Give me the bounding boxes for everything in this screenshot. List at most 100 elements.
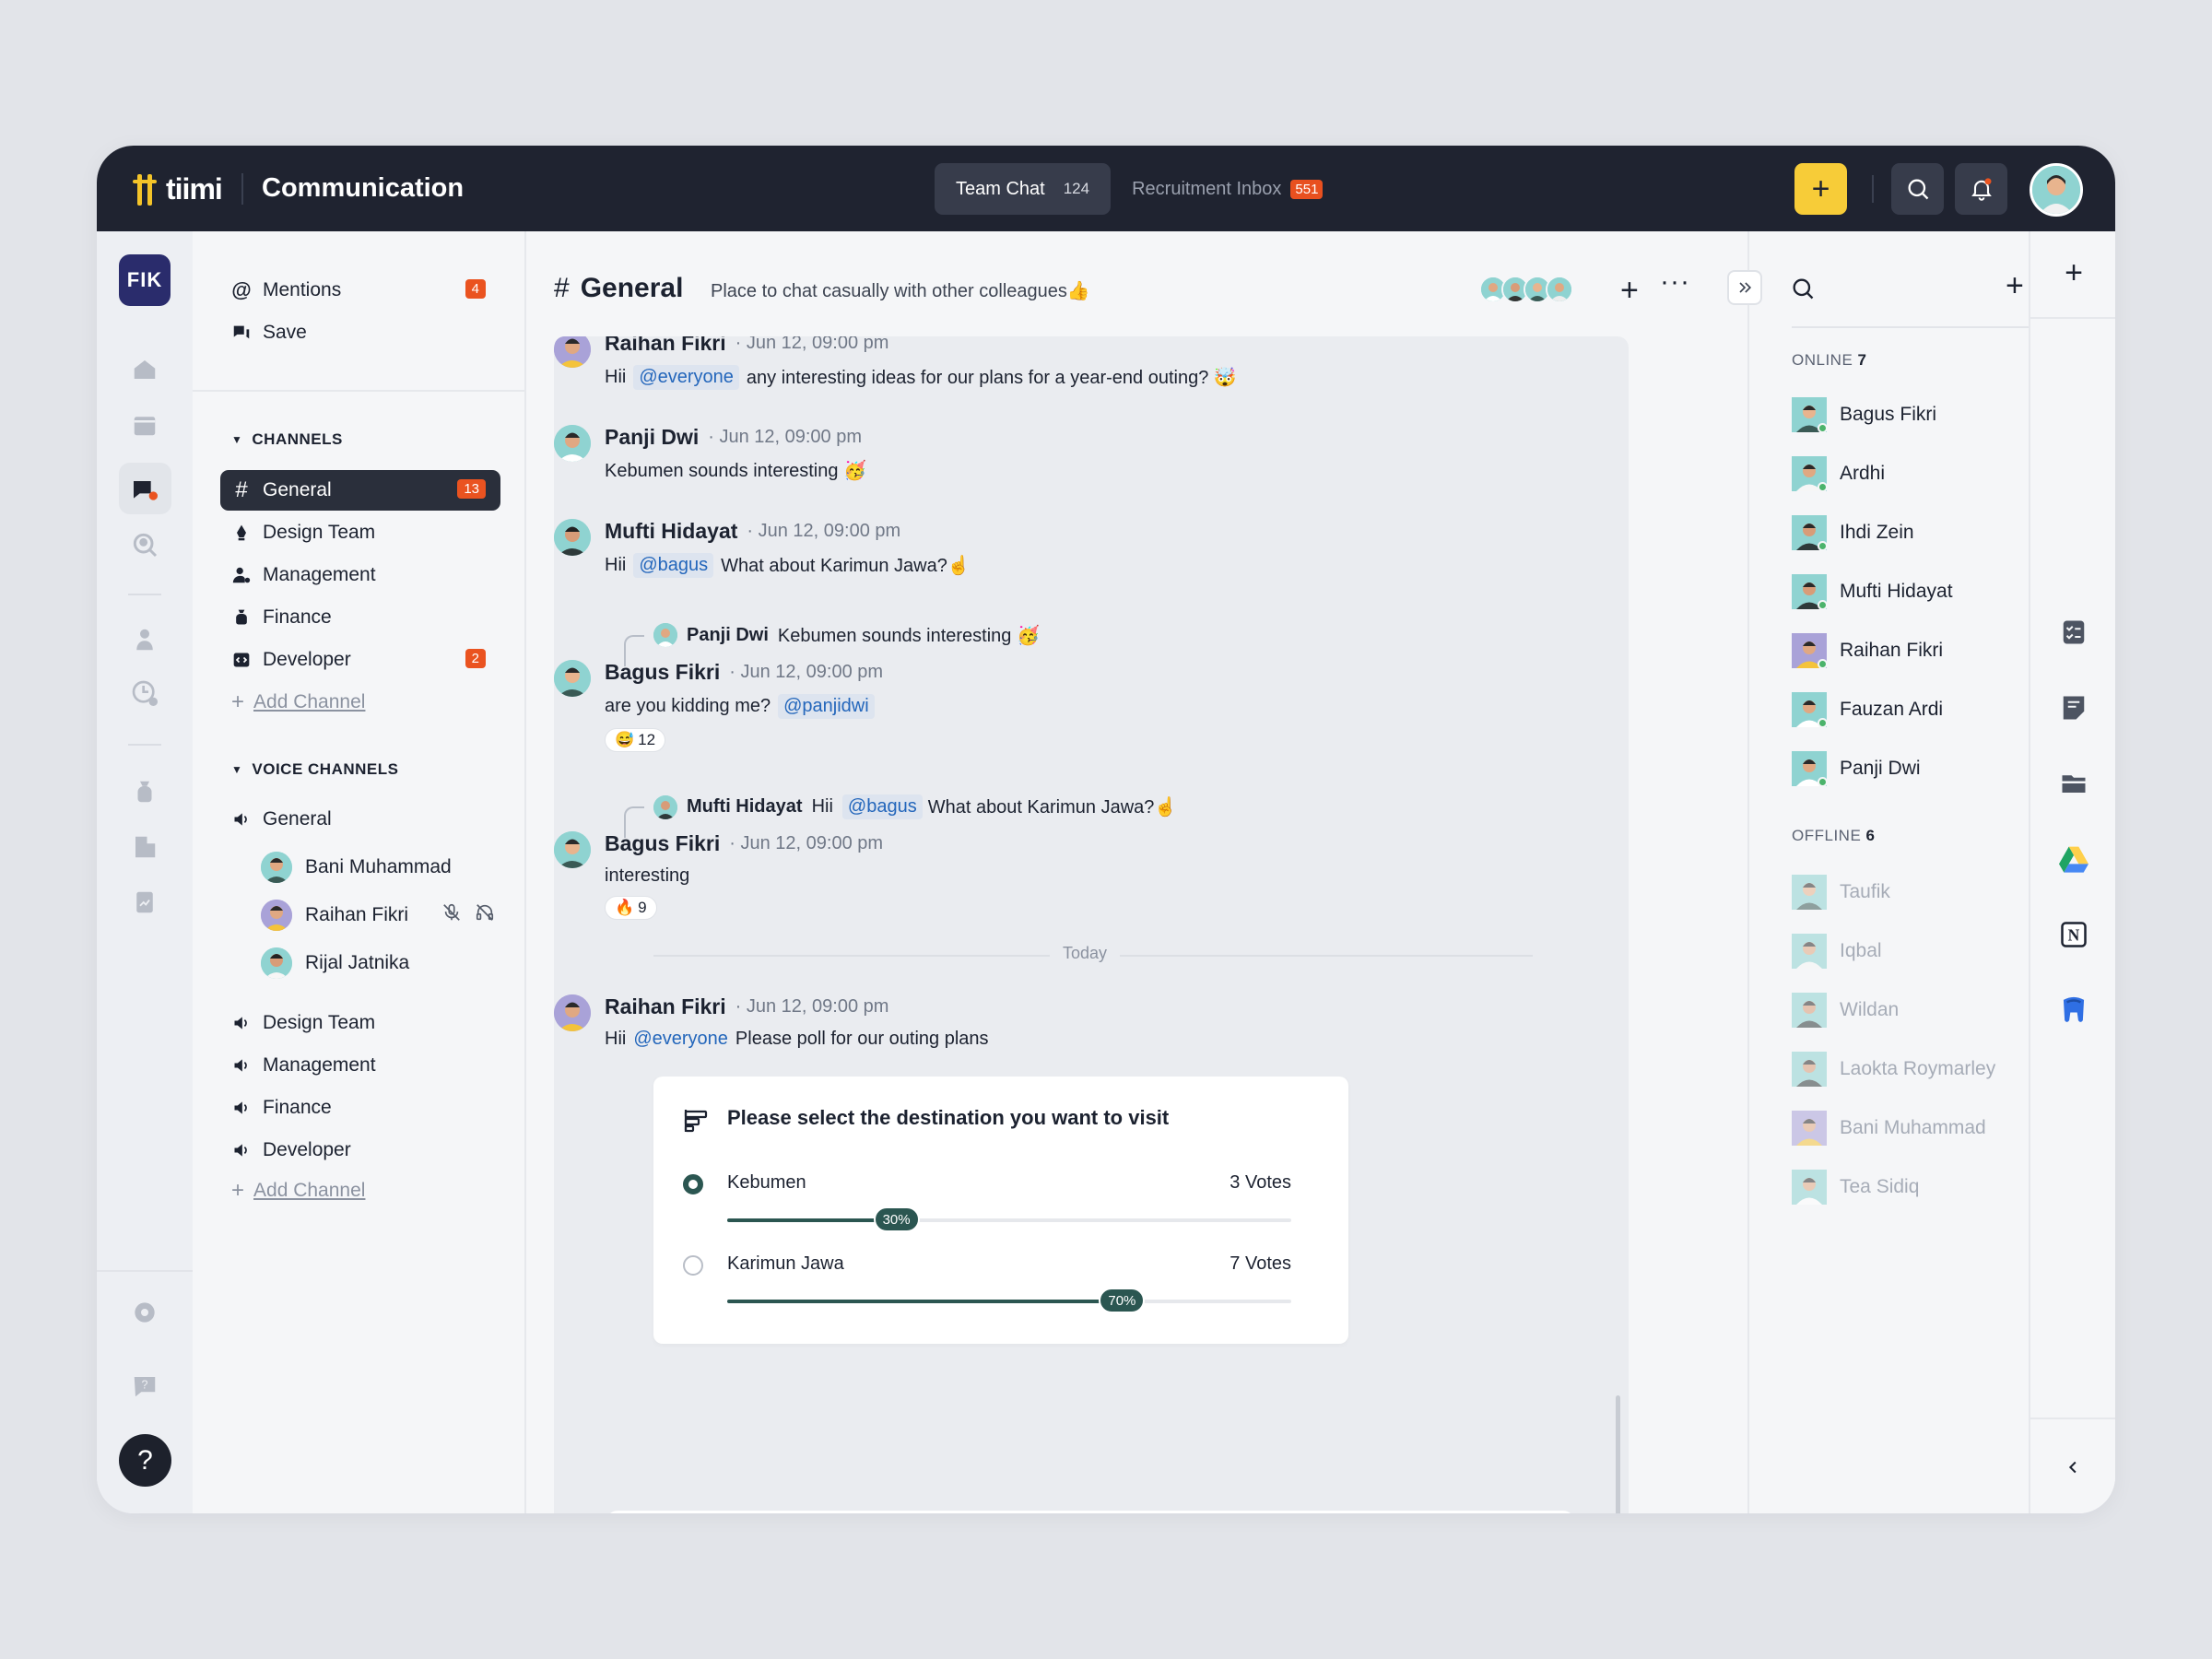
member-name: Fauzan Ardi [1840,699,1944,720]
mention-tag[interactable]: @everyone [633,1029,728,1050]
home-icon[interactable] [128,353,161,386]
more-options-button[interactable]: ··· [1660,266,1690,298]
google-drive-icon[interactable] [2058,843,2089,875]
voice-channels-section-header[interactable]: ▼ VOICE CHANNELS [231,760,398,779]
save-item[interactable]: Save [220,312,500,353]
channel-item-developer[interactable]: Developer 2 [220,640,500,680]
chevron-left-icon[interactable] [2058,1452,2089,1483]
member-row[interactable]: Tea Sidiq [1792,1170,1919,1205]
notion-icon[interactable]: N [2058,919,2089,950]
plus-icon[interactable]: + [2058,255,2089,290]
message-author[interactable]: Raihan Fikri [605,336,726,356]
clock-settings-icon[interactable] [128,677,161,710]
message: Bagus Fikri · Jun 12, 09:00 pm interestin… [554,831,883,920]
voice-user[interactable]: Bani Muhammad [261,852,452,883]
add-voice-channel-link[interactable]: + Add Channel [231,1178,365,1204]
poll-percent-pill: 70% [1099,1288,1146,1313]
reply-text: What about Karimun Jawa?☝️ [927,797,1178,818]
help-button[interactable]: ? [119,1434,171,1487]
channel-item-finance[interactable]: Finance [220,597,500,638]
member-row[interactable]: Raihan Fikri [1792,633,1943,669]
member-row[interactable]: Bagus Fikri [1792,397,1936,433]
voice-channel-general[interactable]: General [220,799,500,840]
voice-channel-management[interactable]: Management [220,1045,500,1086]
member-row[interactable]: Wildan [1792,993,1899,1028]
person-icon[interactable] [128,623,161,656]
channel-item-general[interactable]: # General 13 [220,470,500,511]
collapse-panel-button[interactable] [1727,270,1762,305]
reaction-emoji: 🔥 [615,899,635,916]
report-icon[interactable] [128,886,161,919]
tooth-app-icon[interactable] [2058,994,2089,1026]
reaction-chip[interactable]: 🔥 9 [605,896,657,920]
building-icon[interactable] [128,830,161,864]
message-list[interactable]: Raihan Fikri · Jun 12, 09:00 pm Hii @every… [554,336,1629,1513]
reply-preview[interactable]: Mufti Hidayat Hii @bagus What about Kari… [653,794,1177,819]
mention-tag[interactable]: @everyone [633,365,739,390]
chat-icon[interactable] [128,472,161,505]
avatar[interactable] [554,831,591,868]
search-button[interactable] [1891,163,1944,215]
member-avatars[interactable] [1479,276,1573,303]
avatar[interactable] [554,660,591,697]
add-member-button[interactable]: + [1620,273,1639,309]
notes-icon[interactable] [2058,692,2089,724]
radio-selected[interactable] [683,1174,703,1194]
tiimi-logo[interactable]: tiimi [131,171,223,207]
money-bag-icon[interactable] [128,775,161,808]
member-row[interactable]: Fauzan Ardi [1792,692,1944,728]
member-row[interactable]: Mufti Hidayat [1792,574,1953,610]
add-button[interactable]: + [1794,163,1847,215]
search-members-button[interactable] [1790,276,1816,306]
channels-section-header[interactable]: ▼ CHANNELS [231,430,343,449]
user-avatar[interactable] [2030,163,2083,217]
workspace-logo[interactable]: FIK [119,254,171,306]
message: Raihan Fikri · Jun 12, 09:00 pm Hii @every… [554,336,1237,390]
reaction-chip[interactable]: 😅 12 [605,728,666,752]
member-row[interactable]: Ardhi [1792,456,1885,492]
checklist-icon[interactable] [2058,617,2089,648]
avatar[interactable] [554,425,591,462]
member-row[interactable]: Laokta Roymarley [1792,1052,1995,1087]
radio-unselected[interactable] [683,1255,703,1276]
scrollbar-thumb[interactable] [1616,1395,1620,1513]
avatar[interactable] [554,519,591,556]
help-chat-icon[interactable]: ? [128,1370,161,1403]
message-composer: + Aa @ ··· [606,1511,1574,1513]
voice-channel-design-team[interactable]: Design Team [220,1003,500,1043]
notifications-button[interactable] [1955,163,2007,215]
member-row[interactable]: Taufik [1792,875,1890,910]
message-author[interactable]: Raihan Fikri [605,994,726,1019]
message-author[interactable]: Bagus Fikri [605,660,720,685]
day-separator-label: Today [1050,944,1121,963]
tab-team-chat[interactable]: Team Chat 124 [935,163,1112,215]
reply-preview[interactable]: Panji Dwi Kebumen sounds interesting 🥳 [653,623,1040,647]
mentions-item[interactable]: @ Mentions 4 [220,270,500,311]
voice-user[interactable]: Rijal Jatnika [261,947,409,979]
message-time: · Jun 12, 09:00 pm [735,996,889,1017]
mention-tag[interactable]: @panjidwi [778,694,875,719]
settings-icon[interactable] [128,1296,161,1329]
voice-user[interactable]: Raihan Fikri [261,900,495,931]
member-row[interactable]: Iqbal [1792,934,1882,969]
message-author[interactable]: Bagus Fikri [605,831,720,856]
voice-channel-finance[interactable]: Finance [220,1088,500,1128]
search-user-icon[interactable] [128,528,161,561]
avatar[interactable] [554,994,591,1031]
mention-tag[interactable]: @bagus [633,553,714,578]
member-row[interactable]: Ihdi Zein [1792,515,1914,551]
add-channel-link[interactable]: + Add Channel [231,689,365,715]
member-row[interactable]: Panji Dwi [1792,751,1921,787]
message-author[interactable]: Panji Dwi [605,425,699,450]
folder-icon[interactable] [2058,768,2089,799]
channel-item-design-team[interactable]: Design Team [220,512,500,553]
app-rail: FIK ? ? [97,231,193,1513]
member-row[interactable]: Bani Muhammad [1792,1111,1986,1146]
calendar-icon[interactable] [128,408,161,441]
voice-channel-developer[interactable]: Developer [220,1130,500,1171]
tab-recruitment-inbox[interactable]: Recruitment Inbox 551 [1111,163,1344,215]
message-author[interactable]: Mufti Hidayat [605,519,737,544]
channel-item-management[interactable]: Management [220,555,500,595]
avatar[interactable] [554,336,591,368]
add-member-button[interactable]: + [2006,268,2024,304]
